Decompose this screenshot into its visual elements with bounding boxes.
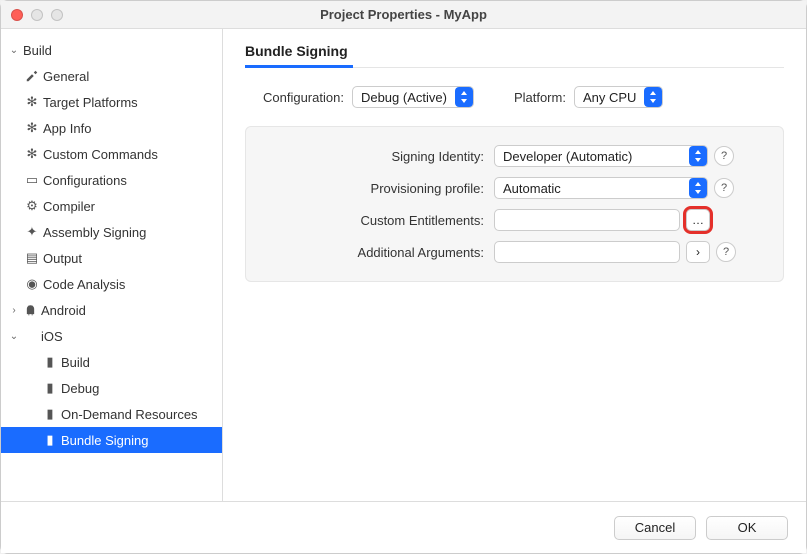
sidebar-item-label: Output <box>43 251 82 266</box>
sidebar-item-label: General <box>43 69 89 84</box>
platform-select[interactable]: Any CPU <box>574 86 663 108</box>
help-button[interactable]: ? <box>716 242 736 262</box>
page-title: Bundle Signing <box>245 43 784 68</box>
stack-icon: ▭ <box>23 172 41 188</box>
provisioning-profile-value: Automatic <box>503 181 565 196</box>
sidebar-item-configurations[interactable]: ▭ Configurations <box>1 167 222 193</box>
page-icon: ▮ <box>41 432 59 448</box>
sidebar-item-code-analysis[interactable]: ◉ Code Analysis <box>1 271 222 297</box>
sidebar-item-general[interactable]: General <box>1 63 222 89</box>
sidebar-item-android[interactable]: › Android <box>1 297 222 323</box>
configuration-select[interactable]: Debug (Active) <box>352 86 474 108</box>
additional-arguments-label: Additional Arguments: <box>266 245 494 260</box>
sidebar-item-label: Compiler <box>43 199 95 214</box>
sidebar-item-label: Target Platforms <box>43 95 138 110</box>
sidebar-item-label: Custom Commands <box>43 147 158 162</box>
content-pane: Bundle Signing Configuration: Debug (Act… <box>223 29 806 501</box>
chevron-down-icon[interactable]: ⌄ <box>7 331 21 342</box>
compiler-icon: ⚙ <box>23 198 41 214</box>
sidebar-item-label: iOS <box>41 329 63 344</box>
help-button[interactable]: ? <box>714 146 734 166</box>
chevron-right-icon[interactable]: › <box>7 305 21 316</box>
sidebar-item-label: Debug <box>61 381 99 396</box>
configuration-value: Debug (Active) <box>361 90 451 105</box>
page-icon: ▮ <box>41 406 59 422</box>
sidebar-item-ios[interactable]: ⌄ iOS <box>1 323 222 349</box>
configuration-label: Configuration: <box>263 90 344 105</box>
custom-entitlements-input[interactable] <box>494 209 680 231</box>
android-icon <box>21 304 39 317</box>
sidebar: ⌄ Build General ✻ Target Platforms ✻ App… <box>1 29 223 501</box>
sidebar-item-assembly-signing[interactable]: ✦ Assembly Signing <box>1 219 222 245</box>
ok-button[interactable]: OK <box>706 516 788 540</box>
sidebar-item-ios-debug[interactable]: ▮ Debug <box>1 375 222 401</box>
browse-entitlements-button[interactable]: … <box>686 209 710 231</box>
signing-identity-select[interactable]: Developer (Automatic) <box>494 145 708 167</box>
custom-entitlements-label: Custom Entitlements: <box>266 213 494 228</box>
cancel-button[interactable]: Cancel <box>614 516 696 540</box>
sidebar-item-custom-commands[interactable]: ✻ Custom Commands <box>1 141 222 167</box>
select-toggle-icon <box>644 87 662 107</box>
sidebar-item-label: Configurations <box>43 173 127 188</box>
chevron-down-icon[interactable]: ⌄ <box>7 45 21 56</box>
gear-icon: ✻ <box>23 94 41 110</box>
gear-icon: ✻ <box>23 146 41 162</box>
sidebar-item-ios-build[interactable]: ▮ Build <box>1 349 222 375</box>
sidebar-item-label: Code Analysis <box>43 277 125 292</box>
platform-label: Platform: <box>514 90 566 105</box>
sidebar-item-label: Build <box>61 355 90 370</box>
sidebar-item-label: Bundle Signing <box>61 433 148 448</box>
sidebar-item-compiler[interactable]: ⚙ Compiler <box>1 193 222 219</box>
select-toggle-icon <box>689 178 707 198</box>
provisioning-profile-select[interactable]: Automatic <box>494 177 708 199</box>
signing-panel: Signing Identity: Developer (Automatic) … <box>245 126 784 282</box>
hammer-icon <box>23 69 41 83</box>
sidebar-item-label: Build <box>23 43 52 58</box>
signing-identity-label: Signing Identity: <box>266 149 494 164</box>
select-toggle-icon <box>455 87 473 107</box>
sidebar-item-output[interactable]: ▤ Output <box>1 245 222 271</box>
sidebar-item-ios-on-demand-resources[interactable]: ▮ On-Demand Resources <box>1 401 222 427</box>
sidebar-item-label: App Info <box>43 121 91 136</box>
help-button[interactable]: ? <box>714 178 734 198</box>
signing-identity-value: Developer (Automatic) <box>503 149 636 164</box>
provisioning-profile-label: Provisioning profile: <box>266 181 494 196</box>
sidebar-item-app-info[interactable]: ✻ App Info <box>1 115 222 141</box>
gear-icon: ✻ <box>23 120 41 136</box>
select-toggle-icon <box>689 146 707 166</box>
platform-value: Any CPU <box>583 90 640 105</box>
output-icon: ▤ <box>23 250 41 266</box>
additional-arguments-input[interactable] <box>494 241 680 263</box>
expand-arguments-button[interactable]: › <box>686 241 710 263</box>
page-icon: ▮ <box>41 380 59 396</box>
sidebar-item-label: Android <box>41 303 86 318</box>
sidebar-item-ios-bundle-signing[interactable]: ▮ Bundle Signing <box>1 427 222 453</box>
sidebar-item-target-platforms[interactable]: ✻ Target Platforms <box>1 89 222 115</box>
sidebar-item-build[interactable]: ⌄ Build <box>1 37 222 63</box>
sidebar-item-label: Assembly Signing <box>43 225 146 240</box>
titlebar: Project Properties - MyApp <box>1 1 806 29</box>
analysis-icon: ◉ <box>23 276 41 292</box>
page-icon: ▮ <box>41 354 59 370</box>
window-title: Project Properties - MyApp <box>1 7 806 22</box>
signing-icon: ✦ <box>23 224 41 240</box>
sidebar-item-label: On-Demand Resources <box>61 407 198 422</box>
dialog-footer: Cancel OK <box>1 501 806 553</box>
